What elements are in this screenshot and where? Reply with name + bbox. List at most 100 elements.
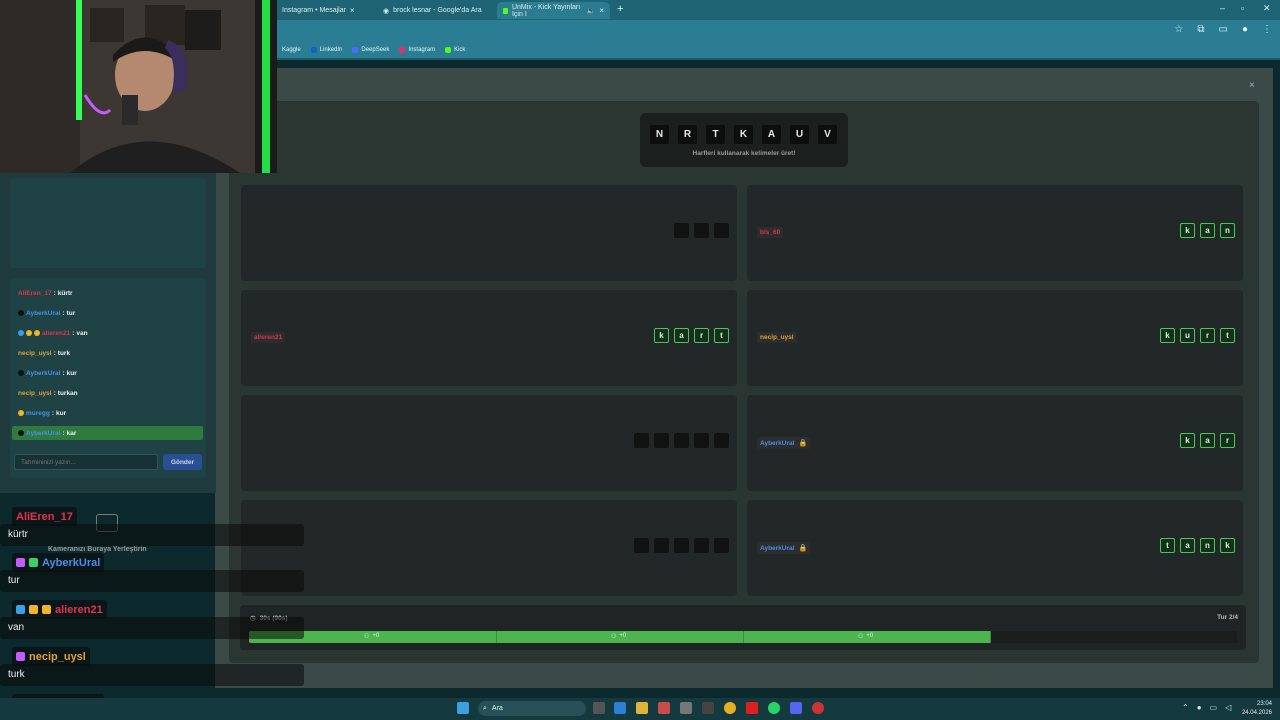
task-view-icon[interactable] bbox=[593, 702, 605, 714]
chat-username: AyberkUral bbox=[26, 429, 61, 437]
chat-username: muregg bbox=[26, 409, 50, 417]
tab-instagram[interactable]: Instagram • Mesajlar × bbox=[276, 2, 361, 19]
bookmark-kaggle[interactable]: Kaggle bbox=[282, 47, 301, 53]
badge-icon bbox=[26, 330, 32, 336]
chat-text: kur bbox=[66, 369, 77, 377]
segment-label: ⚇ +0 bbox=[611, 633, 626, 640]
lock-icon: 🔒 bbox=[798, 440, 808, 447]
player-name: AyberkUral 🔒 bbox=[757, 542, 811, 554]
word-tiles: kan bbox=[1180, 223, 1235, 238]
calendar-icon[interactable] bbox=[658, 702, 670, 714]
bookmark-linkedin[interactable]: LinkedIn bbox=[310, 47, 342, 53]
letter-slot: k bbox=[654, 328, 669, 343]
search-placeholder: Ara bbox=[491, 705, 503, 712]
obs-icon[interactable] bbox=[812, 702, 824, 714]
close-icon[interactable]: × bbox=[599, 6, 604, 15]
sidebar-icon[interactable]: ▭ bbox=[1219, 24, 1228, 35]
whatsapp-icon[interactable] bbox=[768, 702, 780, 714]
overlay-username: necip_uysl bbox=[12, 647, 90, 666]
close-modal-button[interactable]: × bbox=[1249, 80, 1255, 91]
badge-icon bbox=[16, 558, 25, 567]
letter-slot bbox=[654, 538, 669, 553]
letter-slot: n bbox=[1220, 223, 1235, 238]
chat-text: turk bbox=[57, 349, 71, 357]
webcam-image bbox=[0, 0, 277, 173]
bookmark-label: DeepSeek bbox=[361, 47, 390, 53]
profile-icon[interactable]: ● bbox=[1242, 24, 1248, 35]
mic-icon[interactable]: ● bbox=[1197, 703, 1202, 712]
bookmark-instagram[interactable]: Instagram bbox=[399, 47, 435, 53]
overlay-message-text: turk bbox=[8, 669, 25, 680]
overlay-message-bg bbox=[0, 664, 304, 686]
tab-unmix[interactable]: UnMix - Kick Yayınları İçin I 🔈 × bbox=[497, 2, 610, 19]
badge-icon bbox=[34, 330, 40, 336]
player-label: bls_60 bbox=[760, 229, 781, 236]
guess-input[interactable] bbox=[14, 454, 158, 470]
chat-separator: : bbox=[62, 309, 65, 317]
chat-username: AyberkUral bbox=[26, 369, 61, 377]
word-card: AyberkUral 🔒 k a r bbox=[747, 395, 1243, 491]
send-button[interactable]: Gönder bbox=[163, 454, 202, 470]
minimize-button[interactable]: – bbox=[1220, 3, 1225, 13]
edge-icon[interactable] bbox=[614, 702, 626, 714]
badge-icon bbox=[16, 605, 25, 614]
letter-slot: t bbox=[714, 328, 729, 343]
search-icon: ⌕ bbox=[483, 704, 487, 712]
word-card: bls_60 k a n bbox=[747, 185, 1243, 281]
badge-icon bbox=[29, 605, 38, 614]
extensions-icon[interactable]: ⧉ bbox=[1197, 24, 1204, 35]
chat-message: muregg: kur bbox=[18, 406, 208, 420]
menu-icon[interactable]: ⋮ bbox=[1262, 24, 1272, 35]
globe-icon: ◉ bbox=[383, 7, 390, 15]
speaker-icon[interactable]: 🔈 bbox=[587, 7, 596, 15]
chevron-up-icon[interactable]: ⌃ bbox=[1182, 703, 1189, 712]
segment-label: ⚇ +0 bbox=[364, 633, 379, 640]
badge-icon bbox=[18, 410, 24, 416]
app-icon[interactable] bbox=[702, 702, 714, 714]
user-icon: ⚇ bbox=[364, 634, 370, 640]
overlay-username: AyberkUral bbox=[12, 553, 105, 572]
windows-start-icon[interactable] bbox=[457, 702, 469, 714]
new-tab-button[interactable]: + bbox=[617, 3, 623, 15]
progress-bar: ⚇ +0 ⚇ +0 ⚇ +0 bbox=[249, 631, 1237, 643]
bookmark-deepseek[interactable]: DeepSeek bbox=[352, 47, 389, 53]
youtube-icon[interactable] bbox=[746, 702, 758, 714]
store-icon[interactable] bbox=[680, 702, 692, 714]
word-card bbox=[241, 395, 737, 491]
star-icon[interactable]: ☆ bbox=[1174, 24, 1183, 35]
bookmark-kick[interactable]: Kick bbox=[445, 47, 465, 53]
letter-tile: V bbox=[818, 125, 837, 144]
letter-slot bbox=[634, 433, 649, 448]
word-tiles: kurt bbox=[1160, 328, 1235, 343]
taskbar-search[interactable]: ⌕ Ara bbox=[478, 701, 586, 716]
chat-message: alieren21: van bbox=[18, 326, 208, 340]
letter-slot bbox=[674, 433, 689, 448]
close-icon[interactable]: × bbox=[350, 6, 355, 15]
chat-separator: : bbox=[53, 389, 56, 397]
overlay-username: AliEren_17 bbox=[12, 507, 77, 526]
player-label: necip_uysl bbox=[760, 334, 794, 341]
player-label: alieren21 bbox=[254, 334, 283, 341]
system-tray: ⌃ ● ▭ ◁ bbox=[1182, 703, 1231, 712]
tab-label: UnMix - Kick Yayınları İçin I bbox=[511, 3, 581, 18]
discord-icon[interactable] bbox=[790, 702, 802, 714]
chat-separator: : bbox=[53, 349, 56, 357]
letter-slot: a bbox=[1200, 223, 1215, 238]
letter-slot: a bbox=[1200, 433, 1215, 448]
chrome-icon[interactable] bbox=[724, 702, 736, 714]
clock[interactable]: 23:04 24.04.2026 bbox=[1242, 700, 1272, 718]
letters-panel: N R T K A U V Harfleri kullanarak kelime… bbox=[640, 113, 848, 167]
overlay-message-bg bbox=[0, 570, 304, 592]
webcam-feed bbox=[0, 0, 277, 173]
letter-slot: r bbox=[1200, 328, 1215, 343]
speaker-icon[interactable]: ◁ bbox=[1225, 703, 1231, 712]
tab-google[interactable]: ◉brock lesnar - Google'da Ara× bbox=[377, 2, 510, 19]
chat-message: AliEren_17: kürtr bbox=[18, 286, 208, 300]
kick-icon bbox=[445, 47, 452, 53]
folder-icon[interactable] bbox=[636, 702, 648, 714]
network-icon[interactable]: ▭ bbox=[1210, 703, 1218, 712]
maximize-button[interactable]: ▫ bbox=[1241, 3, 1244, 13]
close-window-button[interactable]: ✕ bbox=[1263, 3, 1271, 14]
letter-slot: r bbox=[1220, 433, 1235, 448]
bookmark-label: Instagram bbox=[408, 47, 436, 53]
